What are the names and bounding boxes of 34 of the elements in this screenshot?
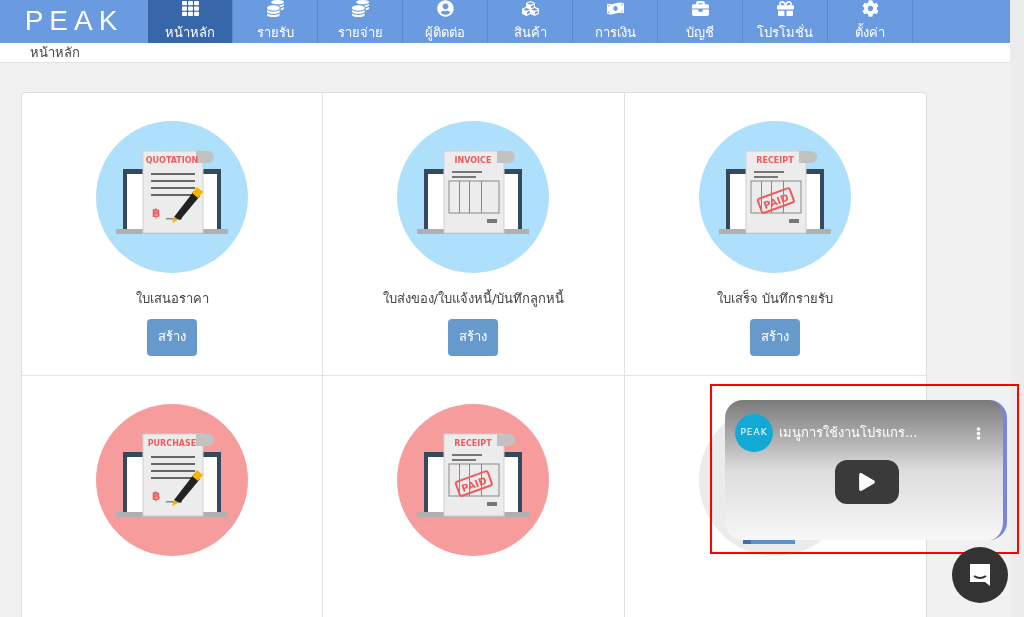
- baht-sign: ฿: [152, 489, 161, 503]
- document-title: RECEIPT: [454, 439, 493, 448]
- create-button[interactable]: สร้าง: [147, 318, 198, 356]
- user-icon: [436, 0, 454, 17]
- video-popup[interactable]: PEAK เมนูการใช้งานโปรแกร...: [725, 400, 1007, 540]
- briefcase-icon: [691, 0, 709, 17]
- document-type-label: ใบส่งของ/ใบแจ้งหนี้/บันทึกลูกหนี้: [382, 289, 565, 309]
- document-title: QUOTATION: [145, 156, 199, 165]
- boxes-icon: [521, 0, 539, 17]
- coins-icon: [351, 0, 369, 17]
- chat-icon: [968, 562, 992, 588]
- document-title: RECEIPT: [756, 156, 794, 165]
- document-type-label: ใบเสร็จ บันทึกรายรับ: [717, 289, 834, 308]
- video-title[interactable]: เมนูการใช้งานโปรแกร...: [779, 423, 918, 443]
- document-title: PURCHASE: [147, 439, 197, 448]
- breadcrumb: หน้าหลัก: [30, 43, 80, 62]
- nav-tab[interactable]: หน้าหลัก: [148, 0, 233, 43]
- channel-logo[interactable]: PEAK: [735, 414, 773, 452]
- paid-stamp: PAID: [454, 469, 494, 498]
- gift-icon: [776, 0, 794, 17]
- grid-icon: [181, 0, 199, 17]
- create-button[interactable]: สร้าง: [448, 318, 499, 356]
- coins-icon: [266, 0, 284, 17]
- money-icon: [606, 0, 624, 17]
- document-type-label: ใบเสนอราคา: [135, 290, 209, 308]
- create-button[interactable]: สร้าง: [750, 318, 801, 356]
- gear-icon: [861, 0, 879, 17]
- baht-sign: ฿: [152, 206, 161, 220]
- chat-button[interactable]: [952, 547, 1008, 603]
- play-icon: [858, 473, 876, 491]
- paid-stamp: PAID: [756, 186, 796, 215]
- play-button[interactable]: [835, 460, 899, 504]
- peak-logo[interactable]: PEAK: [24, 0, 124, 43]
- document-title: INVOICE: [455, 156, 492, 165]
